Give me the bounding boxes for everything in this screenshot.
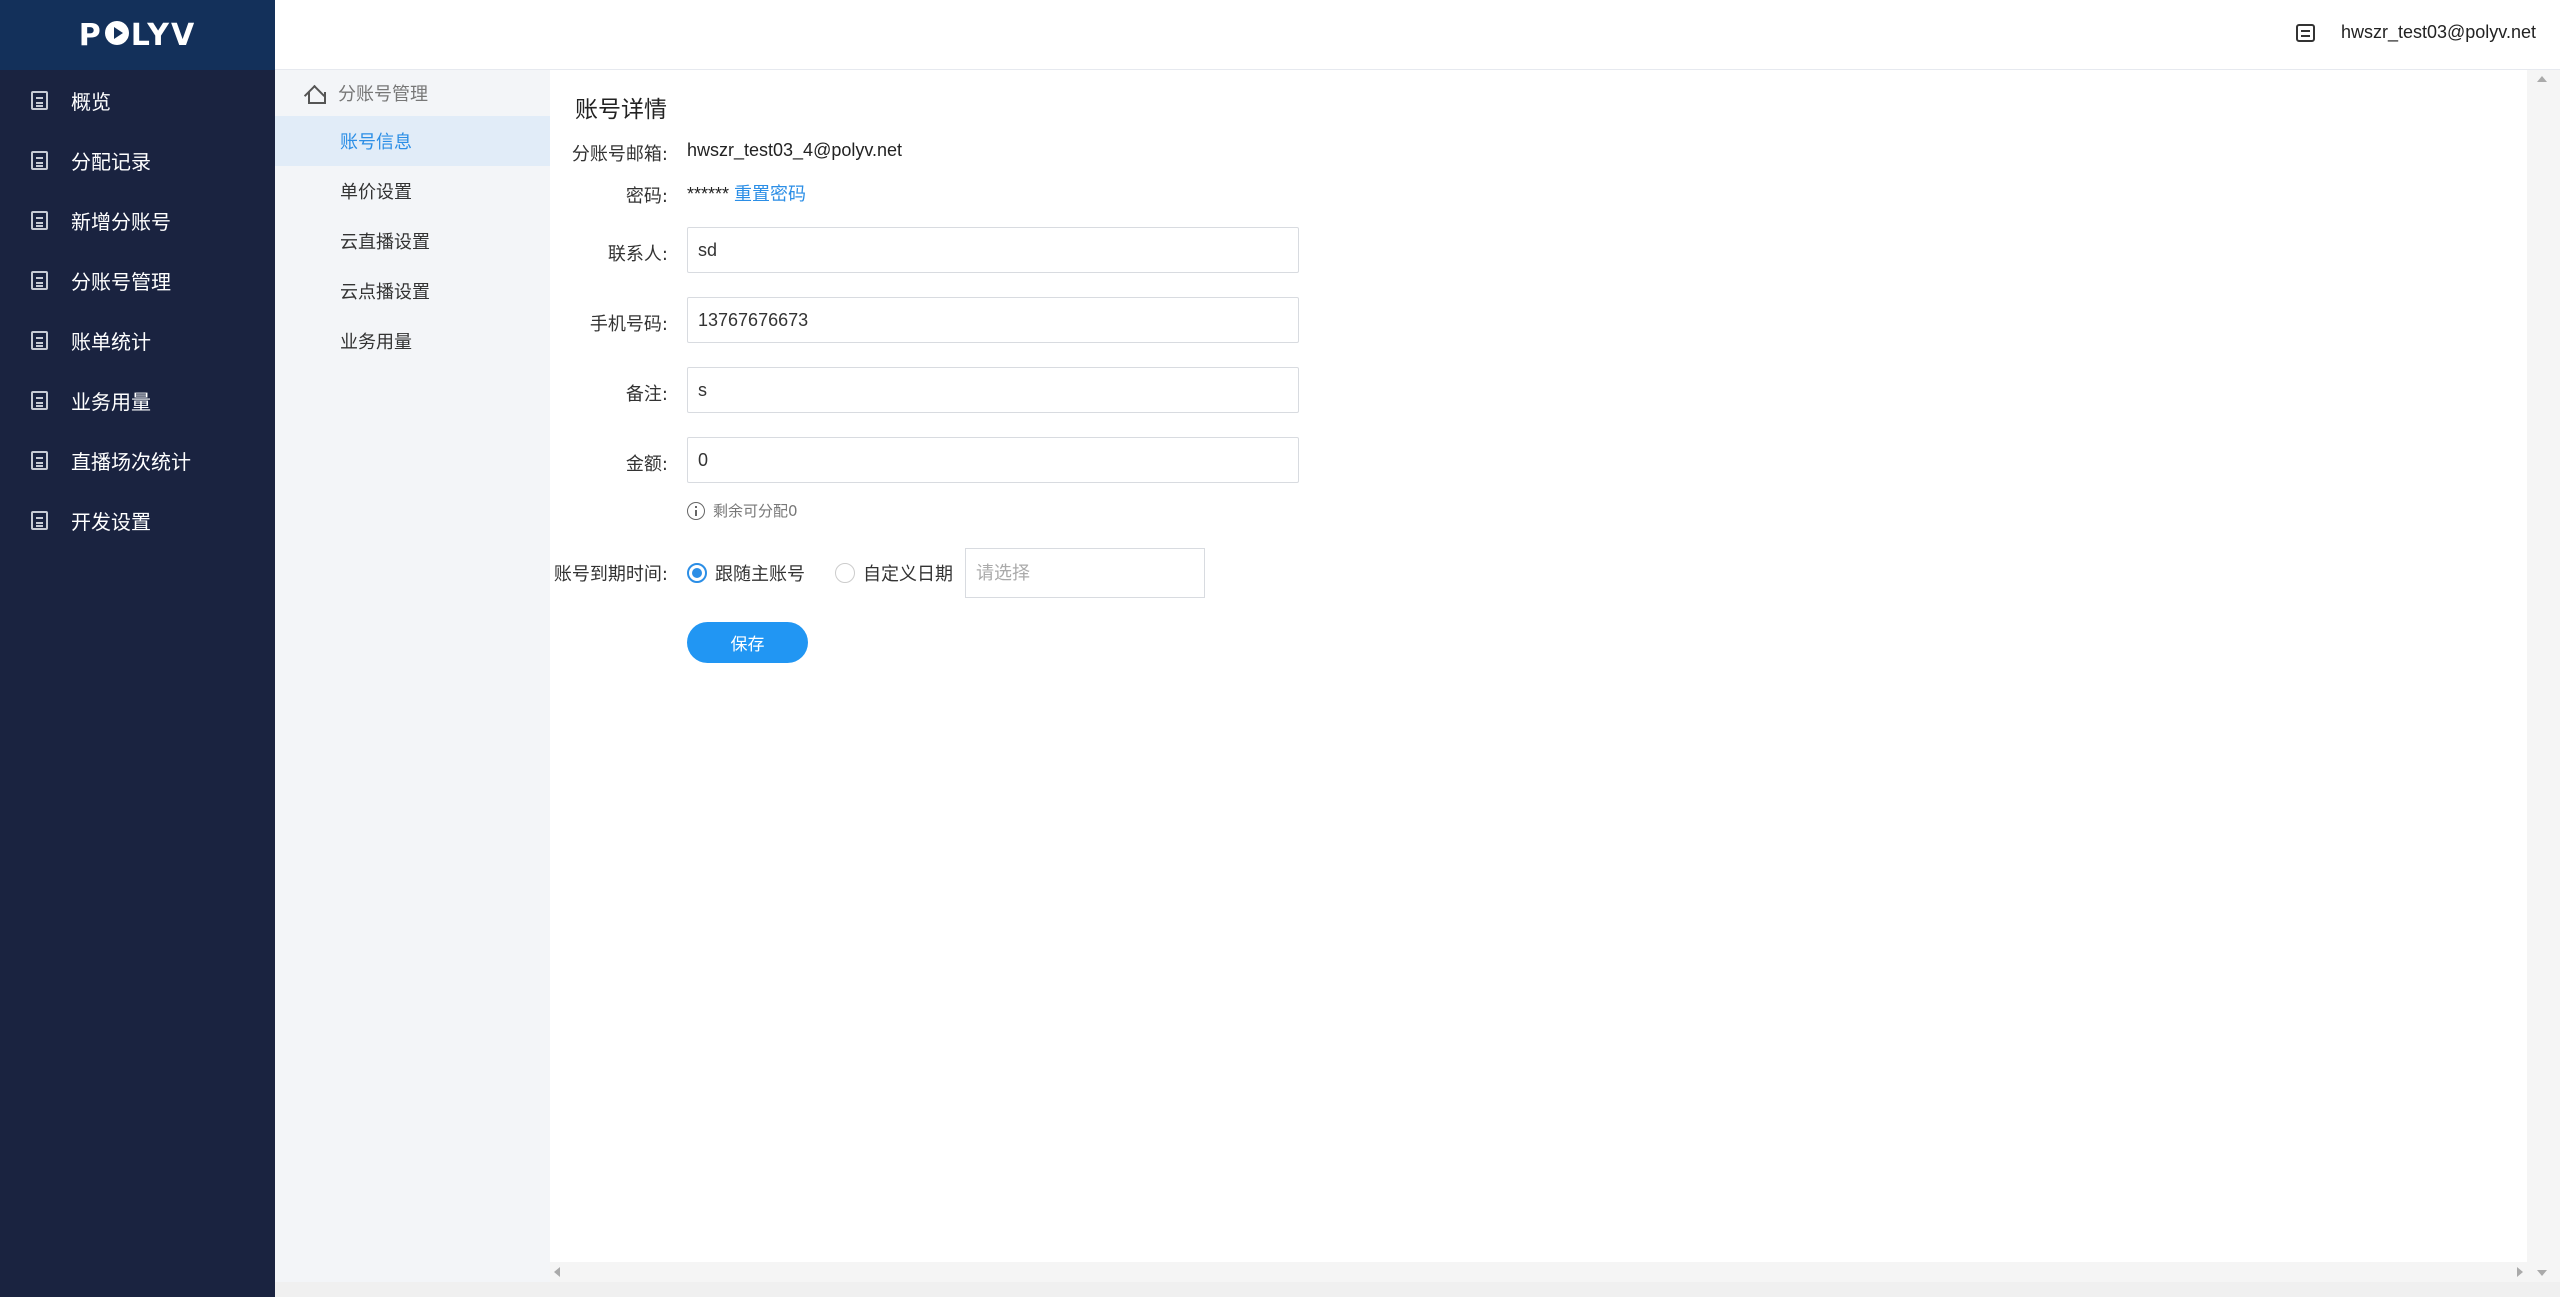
reset-password-link[interactable]: 重置密码 (734, 184, 806, 204)
expire-follow-label: 跟随主账号 (715, 564, 805, 585)
contact-input[interactable] (687, 227, 1299, 273)
sidebar-item-subaccount-management[interactable]: 分账号管理 (0, 250, 275, 310)
info-icon (687, 501, 705, 520)
amount-hint: 剩余可分配0 (687, 500, 798, 521)
email-value: hwszr_test03_4@polyv.net (687, 140, 903, 160)
sidebar-item-dev-settings[interactable]: 开发设置 (0, 490, 275, 550)
password-label: 密码: (625, 186, 668, 207)
scroll-right-icon[interactable] (2517, 1267, 2523, 1277)
radio-checked-icon (687, 563, 707, 583)
sidebar-item-billing-stats[interactable]: 账单统计 (0, 310, 275, 370)
expire-label: 账号到期时间: (553, 564, 668, 585)
save-button[interactable]: 保存 (687, 622, 808, 663)
radio-unchecked-icon (835, 563, 855, 583)
document-icon (31, 210, 48, 230)
document-icon (31, 510, 48, 530)
scroll-down-icon[interactable] (2537, 1270, 2547, 1276)
scroll-up-icon[interactable] (2537, 76, 2547, 82)
sidebar-item-live-session-stats[interactable]: 直播场次统计 (0, 430, 275, 490)
page-title: 账号详情 (575, 97, 667, 123)
document-icon (31, 390, 48, 410)
remark-label: 备注: (625, 384, 668, 405)
expire-date-input[interactable] (965, 548, 1205, 598)
subnav-item-vod-settings[interactable]: 云点播设置 (275, 266, 550, 316)
sidebar-item-label: 概览 (71, 89, 111, 114)
vertical-scrollbar[interactable] (2527, 70, 2560, 1282)
user-email[interactable]: hwszr_test03@polyv.net (2341, 22, 2536, 43)
sidebar-item-label: 开发设置 (71, 509, 151, 534)
expire-custom-radio[interactable]: 自定义日期 (835, 560, 953, 586)
message-icon[interactable] (2296, 24, 2315, 42)
sidebar-item-overview[interactable]: 概览 (0, 70, 275, 130)
subnav-item-business-usage[interactable]: 业务用量 (275, 316, 550, 366)
document-icon (31, 150, 48, 170)
horizontal-scrollbar[interactable] (550, 1262, 2527, 1282)
expire-follow-radio[interactable]: 跟随主账号 (687, 560, 805, 586)
email-label: 分账号邮箱: (571, 144, 668, 165)
subnav-item-live-settings[interactable]: 云直播设置 (275, 216, 550, 266)
phone-label: 手机号码: (589, 314, 668, 335)
sidebar-item-label: 业务用量 (71, 389, 151, 414)
home-icon (305, 84, 326, 104)
sidebar-item-label: 直播场次统计 (71, 449, 191, 474)
sidebar-item-business-usage[interactable]: 业务用量 (0, 370, 275, 430)
phone-input[interactable] (687, 297, 1299, 343)
document-icon (31, 90, 48, 110)
remark-input[interactable] (687, 367, 1299, 413)
amount-label: 金额: (625, 454, 668, 475)
top-header: hwszr_test03@polyv.net (275, 0, 2560, 70)
breadcrumb[interactable]: 分账号管理 (275, 70, 550, 116)
account-detail-panel: 账号详情 分账号邮箱: hwszr_test03_4@polyv.net 密码:… (550, 70, 2527, 1262)
main-sidebar: P LYV 概览 分配记录 新增分账号 分账号管理 账单统计 业务用量 直播场次统… (0, 0, 275, 1297)
document-icon (31, 270, 48, 290)
contact-label: 联系人: (607, 244, 668, 265)
subnav-item-account-info[interactable]: 账号信息 (275, 116, 550, 166)
scroll-left-icon[interactable] (554, 1267, 560, 1277)
document-icon (31, 450, 48, 470)
page-horizontal-scrollbar[interactable] (275, 1282, 2560, 1297)
sidebar-item-allocation-records[interactable]: 分配记录 (0, 130, 275, 190)
sub-sidebar: 分账号管理 账号信息 单价设置 云直播设置 云点播设置 业务用量 (275, 70, 550, 1282)
amount-hint-text: 剩余可分配0 (713, 502, 798, 520)
document-icon (31, 330, 48, 350)
breadcrumb-label: 分账号管理 (338, 84, 428, 105)
sidebar-item-label: 分配记录 (71, 149, 151, 174)
expire-custom-label: 自定义日期 (863, 564, 953, 585)
sidebar-item-label: 账单统计 (71, 329, 151, 354)
sidebar-item-label: 新增分账号 (71, 209, 171, 234)
password-value: ****** (687, 184, 730, 204)
polyv-logo[interactable]: P LYV (0, 0, 275, 70)
expire-options: 跟随主账号 自定义日期 (687, 548, 1205, 598)
sidebar-item-add-subaccount[interactable]: 新增分账号 (0, 190, 275, 250)
amount-input[interactable] (687, 437, 1299, 483)
subnav-item-unit-price[interactable]: 单价设置 (275, 166, 550, 216)
sidebar-item-label: 分账号管理 (71, 269, 171, 294)
